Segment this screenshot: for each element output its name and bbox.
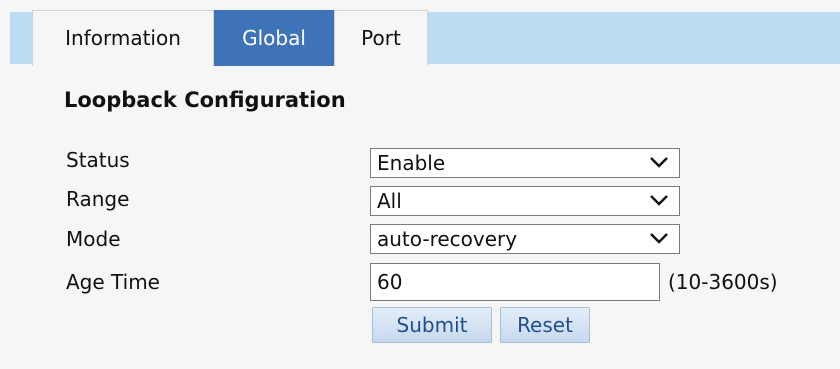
submit-button[interactable]: Submit xyxy=(372,307,492,343)
range-select[interactable]: All xyxy=(370,186,680,216)
section-title: Loopback Configuration xyxy=(64,88,346,112)
tab-global[interactable]: Global xyxy=(214,10,334,66)
age-time-input[interactable] xyxy=(370,263,660,301)
age-time-range-hint: (10-3600s) xyxy=(668,270,778,294)
chevron-down-icon xyxy=(650,157,668,168)
mode-label: Mode xyxy=(66,227,121,251)
range-select-value: All xyxy=(377,189,402,213)
status-select-value: Enable xyxy=(377,151,446,175)
chevron-down-icon xyxy=(650,195,668,206)
age-time-label: Age Time xyxy=(66,270,160,294)
chevron-down-icon xyxy=(650,233,668,244)
range-label: Range xyxy=(66,187,130,211)
status-select[interactable]: Enable xyxy=(370,148,680,178)
tab-port[interactable]: Port xyxy=(334,10,428,66)
mode-select-value: auto-recovery xyxy=(377,227,518,251)
tab-information[interactable]: Information xyxy=(32,10,214,66)
status-label: Status xyxy=(66,148,130,172)
loopback-config-page: Information Global Port Loopback Configu… xyxy=(0,0,840,369)
mode-select[interactable]: auto-recovery xyxy=(370,224,680,254)
reset-button[interactable]: Reset xyxy=(500,307,590,343)
